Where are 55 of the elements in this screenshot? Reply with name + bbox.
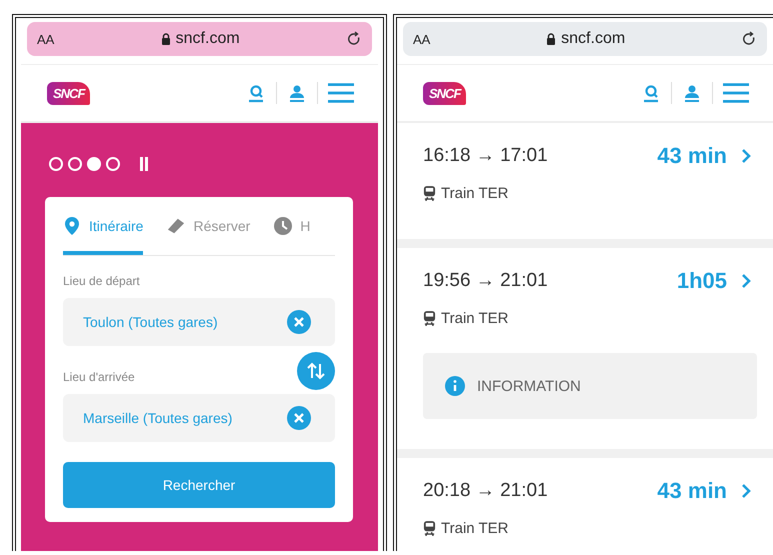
search-icon[interactable]: [641, 83, 661, 103]
train-icon: [423, 311, 436, 326]
journey-card[interactable]: 19:56 → 21:01 1h05 Train TER INFORMATION: [397, 248, 773, 449]
carousel-dot[interactable]: [68, 157, 82, 171]
url-text: sncf.com: [176, 30, 240, 48]
address-bar[interactable]: AA sncf.com: [403, 22, 767, 56]
menu-icon[interactable]: [328, 82, 354, 104]
carousel-dot[interactable]: [87, 157, 101, 171]
menu-icon[interactable]: [723, 82, 749, 104]
text-size-label[interactable]: AA: [413, 32, 430, 46]
train-icon: [423, 521, 436, 536]
reload-icon[interactable]: [740, 31, 757, 47]
address-bar[interactable]: AA sncf.com: [27, 22, 372, 56]
search-icon[interactable]: [246, 83, 266, 103]
field-label: Lieu d'arrivée: [63, 370, 135, 384]
lock-icon: [546, 33, 556, 45]
clock-icon: [274, 217, 292, 235]
journey-times: 20:18 → 21:01: [423, 480, 549, 502]
chevron-icon: [741, 273, 751, 289]
lock-icon: [160, 33, 171, 45]
carousel-dot[interactable]: [49, 157, 63, 171]
journey-duration: 1h05: [676, 268, 727, 294]
train-type: Train TER: [441, 520, 509, 537]
logo[interactable]: SNCF: [47, 82, 90, 104]
chevron-icon: [741, 483, 751, 499]
info-icon: [445, 376, 465, 396]
train-type: Train TER: [441, 185, 509, 202]
journey-duration: 43 min: [657, 143, 727, 169]
journey-duration: 43 min: [657, 478, 727, 504]
journey-card[interactable]: 20:18 → 21:01 43 min Train TER: [397, 458, 773, 551]
clear-icon[interactable]: [287, 310, 311, 334]
journey-card[interactable]: 16:18 → 17:01 43 min Train TER: [397, 123, 773, 239]
url-text: sncf.com: [561, 30, 626, 48]
pin-icon: [63, 217, 81, 235]
chevron-icon: [741, 148, 751, 164]
clear-icon[interactable]: [287, 406, 311, 430]
logo[interactable]: SNCF: [423, 82, 466, 104]
information-panel[interactable]: INFORMATION: [423, 353, 757, 419]
reload-icon[interactable]: [346, 31, 362, 47]
carousel-dot[interactable]: [106, 157, 120, 171]
field-label: Lieu de départ: [63, 274, 141, 288]
ticket-icon: [167, 217, 186, 235]
tab[interactable]: H: [274, 197, 310, 255]
tab[interactable]: Itinéraire: [63, 197, 144, 255]
journey-times: 16:18 → 17:01: [423, 145, 549, 167]
tab[interactable]: Réserver: [167, 197, 250, 255]
train-icon: [423, 186, 436, 201]
journey-times: 19:56 → 21:01: [423, 270, 549, 292]
account-icon[interactable]: [287, 83, 307, 103]
account-icon[interactable]: [682, 83, 702, 103]
text-size-label[interactable]: AA: [37, 32, 54, 46]
search-button[interactable]: Rechercher: [63, 462, 335, 508]
pause-icon[interactable]: [139, 157, 149, 171]
train-type: Train TER: [441, 310, 509, 327]
swap-icon[interactable]: [297, 352, 335, 390]
